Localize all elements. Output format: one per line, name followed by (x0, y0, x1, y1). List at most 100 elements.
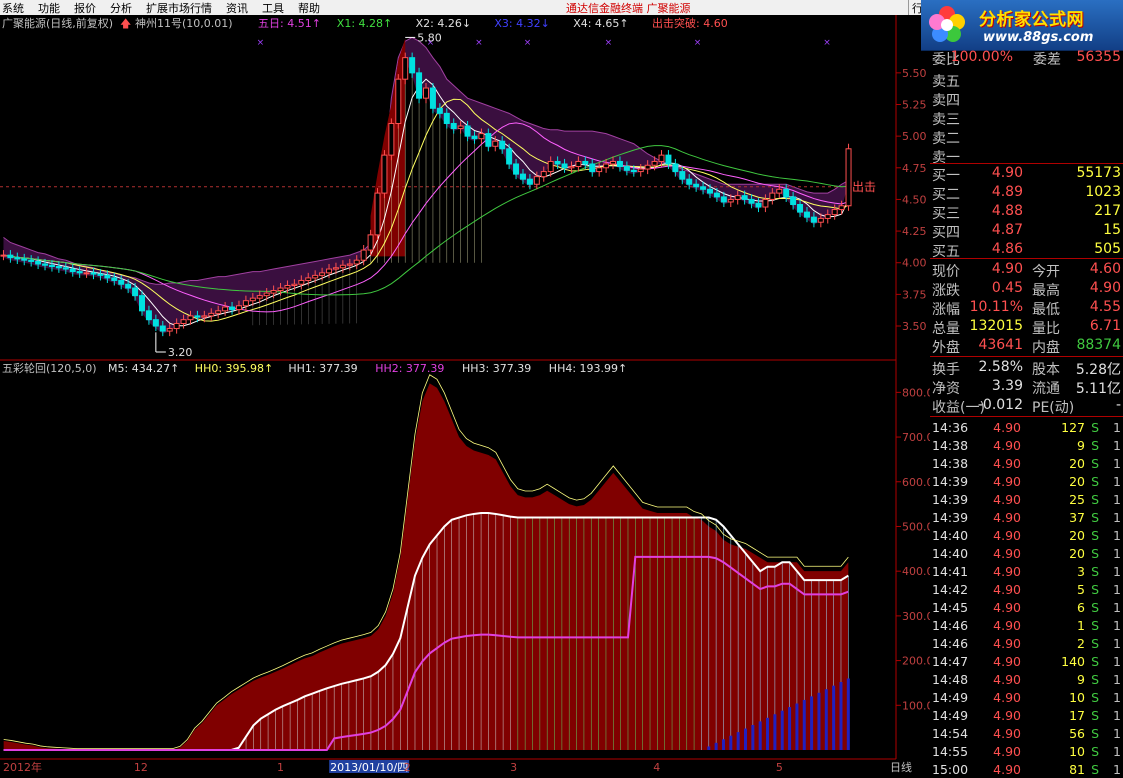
tick-side: S (1091, 618, 1099, 633)
fundamental-row: 净资 3.39 流通 5.11亿 (930, 377, 1123, 397)
price-tick-label: 4.00 (902, 257, 927, 270)
stat-label: 量比 (1032, 321, 1060, 337)
candle-body (21, 258, 28, 261)
buy-level-volume: 505 (1094, 241, 1121, 257)
candle-body (326, 268, 333, 274)
tick-count: 1 (1113, 618, 1121, 633)
menu-extended-market[interactable]: 扩展市场行情 (139, 0, 219, 16)
candle-body (727, 198, 734, 203)
tick-side: S (1091, 744, 1099, 759)
window-title: 通达信金融终端 广聚能源 (566, 2, 691, 15)
tick-time: 14:39 (932, 510, 969, 525)
tick-price: 4.90 (993, 726, 1021, 741)
tick-price: 4.90 (993, 690, 1021, 705)
tick-volume: 127 (1061, 420, 1085, 435)
time-label: 4 (653, 761, 660, 774)
tick-row: 14:49 4.90 10 S 1 (930, 688, 1123, 706)
main-legend-item: 出击突破: 4.60 (652, 16, 728, 30)
tick-volume: 3 (1077, 564, 1085, 579)
candlestick-chart[interactable]: × × × × × × ×5.803.20出击 (0, 31, 876, 359)
buy-level-price: 4.89 (991, 184, 1023, 200)
candle-body (596, 167, 603, 173)
fundamental-label: PE(动) (1032, 400, 1075, 416)
tick-side: S (1091, 762, 1099, 777)
candle-body (838, 205, 845, 211)
sell-level-row: 卖四 (930, 89, 1123, 109)
candle-body (339, 264, 346, 269)
chart-area[interactable]: 广聚能源(日线,前复权) 🡅 神州11号(10,0.01) 五日: 4.51↑ X1: … (0, 15, 930, 774)
tick-count: 1 (1113, 726, 1121, 741)
tick-row: 14:39 4.90 20 S 1 (930, 472, 1123, 490)
buy-level-price: 4.90 (991, 165, 1023, 181)
indicator-axis: 800.0 700.0 600.0 500.0 400.0 300.0 200.0 100.0 (896, 386, 930, 712)
fundamental-row: 换手 2.58% 股本 5.28亿 (930, 358, 1123, 378)
high-label: 5.80 (417, 31, 442, 44)
candle-body (374, 192, 381, 236)
candle-body (423, 87, 429, 99)
candle-body (547, 160, 554, 173)
candle-body (630, 169, 637, 173)
candle-body (353, 259, 360, 265)
tick-row: 14:40 4.90 20 S 1 (930, 526, 1123, 544)
candle-body (395, 78, 402, 124)
indicator-tick-label: 600.0 (902, 476, 930, 489)
tick-count: 1 (1113, 564, 1121, 579)
price-tick-label: 5.00 (902, 130, 927, 143)
panel-separator (930, 258, 1123, 259)
sub-legend-item: HH1: 377.39 (288, 362, 357, 375)
candle-body (55, 266, 62, 269)
stat-row: 总量 132015 量比 6.71 (930, 317, 1123, 337)
menu-news[interactable]: 资讯 (219, 0, 255, 16)
candle-body (7, 254, 14, 259)
candle-body (526, 178, 533, 185)
marker-cross-icon: × (823, 38, 831, 48)
tick-time: 14:42 (932, 582, 969, 597)
candle-body (665, 154, 672, 165)
sell-level-label: 卖三 (932, 112, 960, 128)
tick-row: 14:39 4.90 37 S 1 (930, 508, 1123, 526)
candle-body (762, 198, 769, 208)
main-legend-item: X4: 4.65↑ (573, 17, 628, 30)
tick-time: 14:41 (932, 564, 969, 579)
tick-time: 14:38 (932, 456, 969, 471)
buy-level-label: 买四 (932, 225, 960, 241)
tick-price: 4.90 (993, 420, 1021, 435)
stat-row: 涨幅 10.11% 最低 4.55 (930, 298, 1123, 318)
menu-tools[interactable]: 工具 (255, 0, 291, 16)
tick-time: 14:38 (932, 438, 969, 453)
menu-system[interactable]: 系统 (0, 0, 31, 16)
candle-body (90, 272, 97, 275)
tick-count: 1 (1113, 582, 1121, 597)
stat-value: 88374 (1076, 337, 1121, 353)
menu-quote[interactable]: 报价 (67, 0, 103, 16)
tick-count: 1 (1113, 492, 1121, 507)
candle-body (769, 192, 776, 200)
tick-price: 4.90 (993, 492, 1021, 507)
candle-body (720, 196, 727, 203)
candle-body (305, 277, 312, 281)
low-label: 3.20 (168, 346, 193, 359)
up-arrow-icon: 🡅 (120, 17, 131, 30)
indicator-chart[interactable] (3, 374, 850, 751)
candle-body (298, 279, 305, 285)
sell-level-row: 卖三 (930, 108, 1123, 128)
tick-volume: 9 (1077, 438, 1085, 453)
indicator-tick-label: 100.0 (902, 699, 930, 712)
time-label: 2013/01/10/四 (330, 761, 408, 774)
logo-url: www.88gs.com (983, 30, 1094, 45)
flower-logo-icon (929, 6, 965, 42)
period-label: 日线 (890, 760, 912, 774)
menu-analysis[interactable]: 分析 (103, 0, 139, 16)
tick-count: 1 (1113, 474, 1121, 489)
menu-help[interactable]: 帮助 (291, 0, 327, 16)
buy-level-row: 买二 4.89 1023 (930, 183, 1123, 203)
candle-body (159, 325, 166, 332)
fundamental-value: 5.28亿 (1075, 362, 1121, 378)
candle-body (409, 57, 416, 74)
price-tick-label: 3.75 (902, 288, 927, 301)
menu-function[interactable]: 功能 (31, 0, 67, 16)
tick-price: 4.90 (993, 528, 1021, 543)
tick-count: 1 (1113, 654, 1121, 669)
candle-body (485, 133, 492, 147)
sell-level-label: 卖四 (932, 93, 960, 109)
